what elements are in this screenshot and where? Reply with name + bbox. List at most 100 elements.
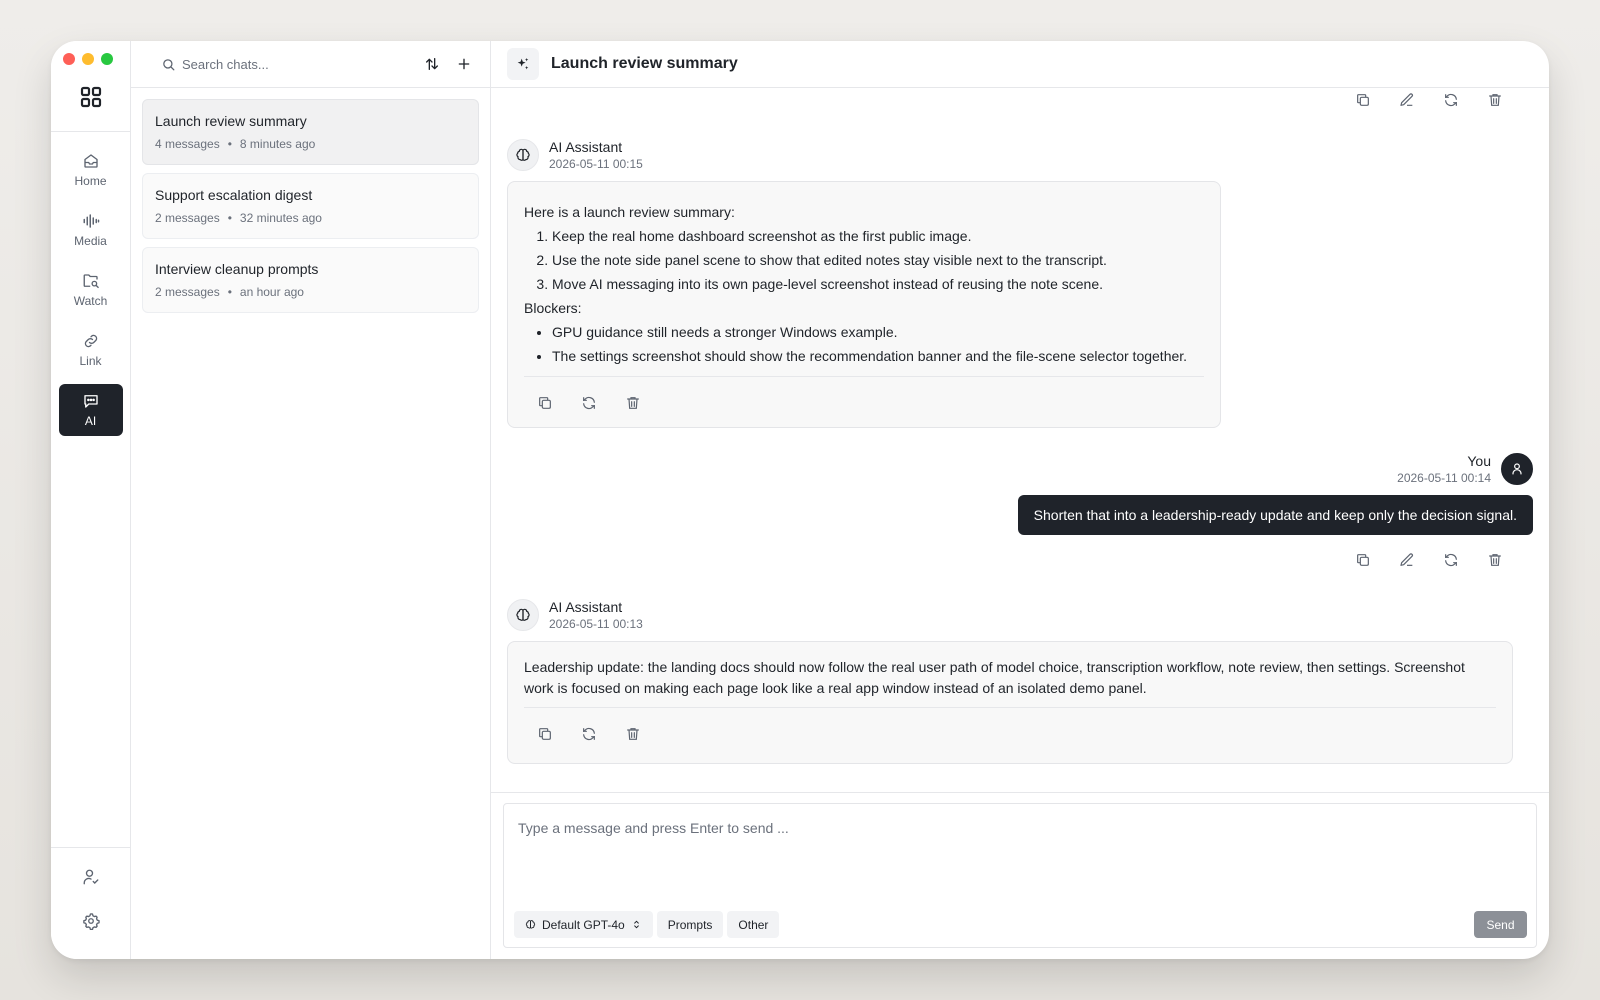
- regenerate-icon[interactable]: [1442, 91, 1460, 109]
- message-author: You: [1467, 453, 1491, 469]
- user-message-bubble: Shorten that into a leadership-ready upd…: [1017, 495, 1533, 535]
- message-actions: [524, 708, 1496, 760]
- composer-box: Default GPT-4o Prompts Other Send: [503, 803, 1537, 948]
- waveform-icon: [83, 214, 99, 228]
- message-actions: [524, 377, 1204, 429]
- rail-divider: [51, 131, 131, 132]
- nav-item-watch[interactable]: Watch: [59, 264, 123, 316]
- delete-icon[interactable]: [1486, 91, 1504, 109]
- regenerate-icon[interactable]: [1442, 551, 1460, 569]
- brain-icon: [507, 599, 539, 631]
- chat-list-actions: [424, 56, 478, 72]
- meta-separator: •: [227, 211, 232, 225]
- sparkles-icon: [507, 48, 539, 80]
- copy-icon[interactable]: [536, 394, 554, 412]
- nav-label: Link: [79, 354, 102, 368]
- search-icon: [163, 58, 175, 70]
- conversation-panel: Launch review summary AI Assistant 2026-…: [491, 41, 1549, 959]
- message-timestamp: 2026-05-11 00:14: [1397, 471, 1491, 485]
- page-title: Launch review summary: [551, 55, 738, 72]
- message-input[interactable]: [504, 804, 1536, 894]
- chevron-updown-icon: [633, 920, 639, 929]
- delete-icon[interactable]: [624, 394, 642, 412]
- list-item: Move AI messaging into its own page-leve…: [552, 272, 1204, 296]
- list-item: Keep the real home dashboard screenshot …: [552, 224, 1204, 248]
- message-author: AI Assistant: [549, 139, 623, 155]
- message-timestamp: 2026-05-11 00:15: [549, 157, 643, 171]
- message-actions: [1354, 91, 1504, 109]
- chat-list-item[interactable]: Interview cleanup prompts 2 messages • a…: [142, 247, 479, 313]
- chat-meta: 2 messages • an hour ago: [155, 285, 466, 299]
- nav-item-link[interactable]: Link: [59, 324, 123, 376]
- chat-message-count: 2 messages: [155, 285, 220, 299]
- list-item: The settings screenshot should show the …: [552, 344, 1204, 368]
- list-item: GPU guidance still needs a stronger Wind…: [552, 320, 1204, 344]
- conversation-header: Launch review summary: [491, 41, 1549, 88]
- minimize-window-button[interactable]: [82, 53, 94, 65]
- model-select[interactable]: Default GPT-4o: [514, 911, 653, 938]
- message-text: Leadership update: the landing docs shou…: [524, 659, 1465, 696]
- chat-message-count: 2 messages: [155, 211, 220, 225]
- message-timestamp: 2026-05-11 00:13: [549, 617, 643, 631]
- model-select-label: Default GPT-4o: [542, 917, 625, 932]
- chat-title: Interview cleanup prompts: [155, 261, 319, 277]
- message-text: Here is a launch review summary:: [524, 204, 735, 220]
- chat-list-item[interactable]: Launch review summary 4 messages • 8 min…: [142, 99, 479, 165]
- chat-icon: [83, 395, 98, 408]
- user-check-icon[interactable]: [82, 868, 100, 886]
- other-button[interactable]: Other: [727, 911, 780, 938]
- gear-icon[interactable]: [82, 912, 100, 930]
- message-thread: AI Assistant 2026-05-11 00:15 Here is a …: [491, 88, 1549, 792]
- meta-separator: •: [227, 285, 232, 299]
- search-input[interactable]: [182, 56, 382, 72]
- ordered-list: Keep the real home dashboard screenshot …: [524, 224, 1204, 296]
- new-chat-icon[interactable]: [456, 56, 472, 72]
- meta-separator: •: [227, 137, 232, 151]
- assistant-message-header: AI Assistant 2026-05-11 00:13: [507, 599, 643, 631]
- chat-list-item[interactable]: Support escalation digest 2 messages • 3…: [142, 173, 479, 239]
- message-actions: [1354, 551, 1504, 569]
- prompts-label: Prompts: [667, 917, 713, 932]
- regenerate-icon[interactable]: [580, 394, 598, 412]
- edit-icon[interactable]: [1398, 551, 1416, 569]
- maximize-window-button[interactable]: [101, 53, 113, 65]
- chat-message-count: 4 messages: [155, 137, 220, 151]
- edit-icon[interactable]: [1398, 91, 1416, 109]
- composer: Default GPT-4o Prompts Other Send: [491, 792, 1549, 959]
- sort-icon[interactable]: [424, 56, 440, 72]
- copy-icon[interactable]: [1354, 551, 1372, 569]
- send-button[interactable]: Send: [1474, 911, 1527, 938]
- folder-search-icon: [83, 274, 99, 289]
- prompts-button[interactable]: Prompts: [656, 911, 724, 938]
- assistant-message-header: AI Assistant 2026-05-11 00:15: [507, 139, 643, 171]
- chat-meta: 2 messages • 32 minutes ago: [155, 211, 466, 225]
- nav-items: Home Media Watch Link AI: [58, 144, 123, 436]
- copy-icon[interactable]: [1354, 91, 1372, 109]
- delete-icon[interactable]: [1486, 551, 1504, 569]
- nav-rail: Home Media Watch Link AI: [51, 41, 131, 959]
- apps-grid-icon[interactable]: [79, 85, 103, 109]
- chat-title: Support escalation digest: [155, 187, 313, 203]
- chat-time: 8 minutes ago: [239, 137, 316, 151]
- rail-bottom: [51, 847, 131, 959]
- chat-meta: 4 messages • 8 minutes ago: [155, 137, 466, 151]
- composer-toolbar: Default GPT-4o Prompts Other: [514, 911, 780, 938]
- nav-label: Home: [74, 174, 107, 188]
- nav-item-home[interactable]: Home: [59, 144, 123, 196]
- nav-item-media[interactable]: Media: [59, 204, 123, 256]
- blockers-label: Blockers:: [524, 300, 582, 316]
- bullet-list: GPU guidance still needs a stronger Wind…: [524, 320, 1204, 368]
- user-avatar-icon: [1501, 453, 1533, 485]
- assistant-message-bubble: Leadership update: the landing docs shou…: [507, 641, 1513, 764]
- delete-icon[interactable]: [624, 725, 642, 743]
- other-label: Other: [738, 917, 769, 932]
- copy-icon[interactable]: [536, 725, 554, 743]
- nav-label: Media: [74, 234, 107, 248]
- chat-time: 32 minutes ago: [239, 211, 322, 225]
- nav-item-ai[interactable]: AI: [58, 384, 123, 436]
- close-window-button[interactable]: [63, 53, 75, 65]
- app-window: Home Media Watch Link AI Search chats...…: [51, 41, 1549, 959]
- regenerate-icon[interactable]: [580, 725, 598, 743]
- link-icon: [84, 334, 97, 348]
- chat-list-panel: Launch review summary 4 messages • 8 min…: [131, 41, 491, 959]
